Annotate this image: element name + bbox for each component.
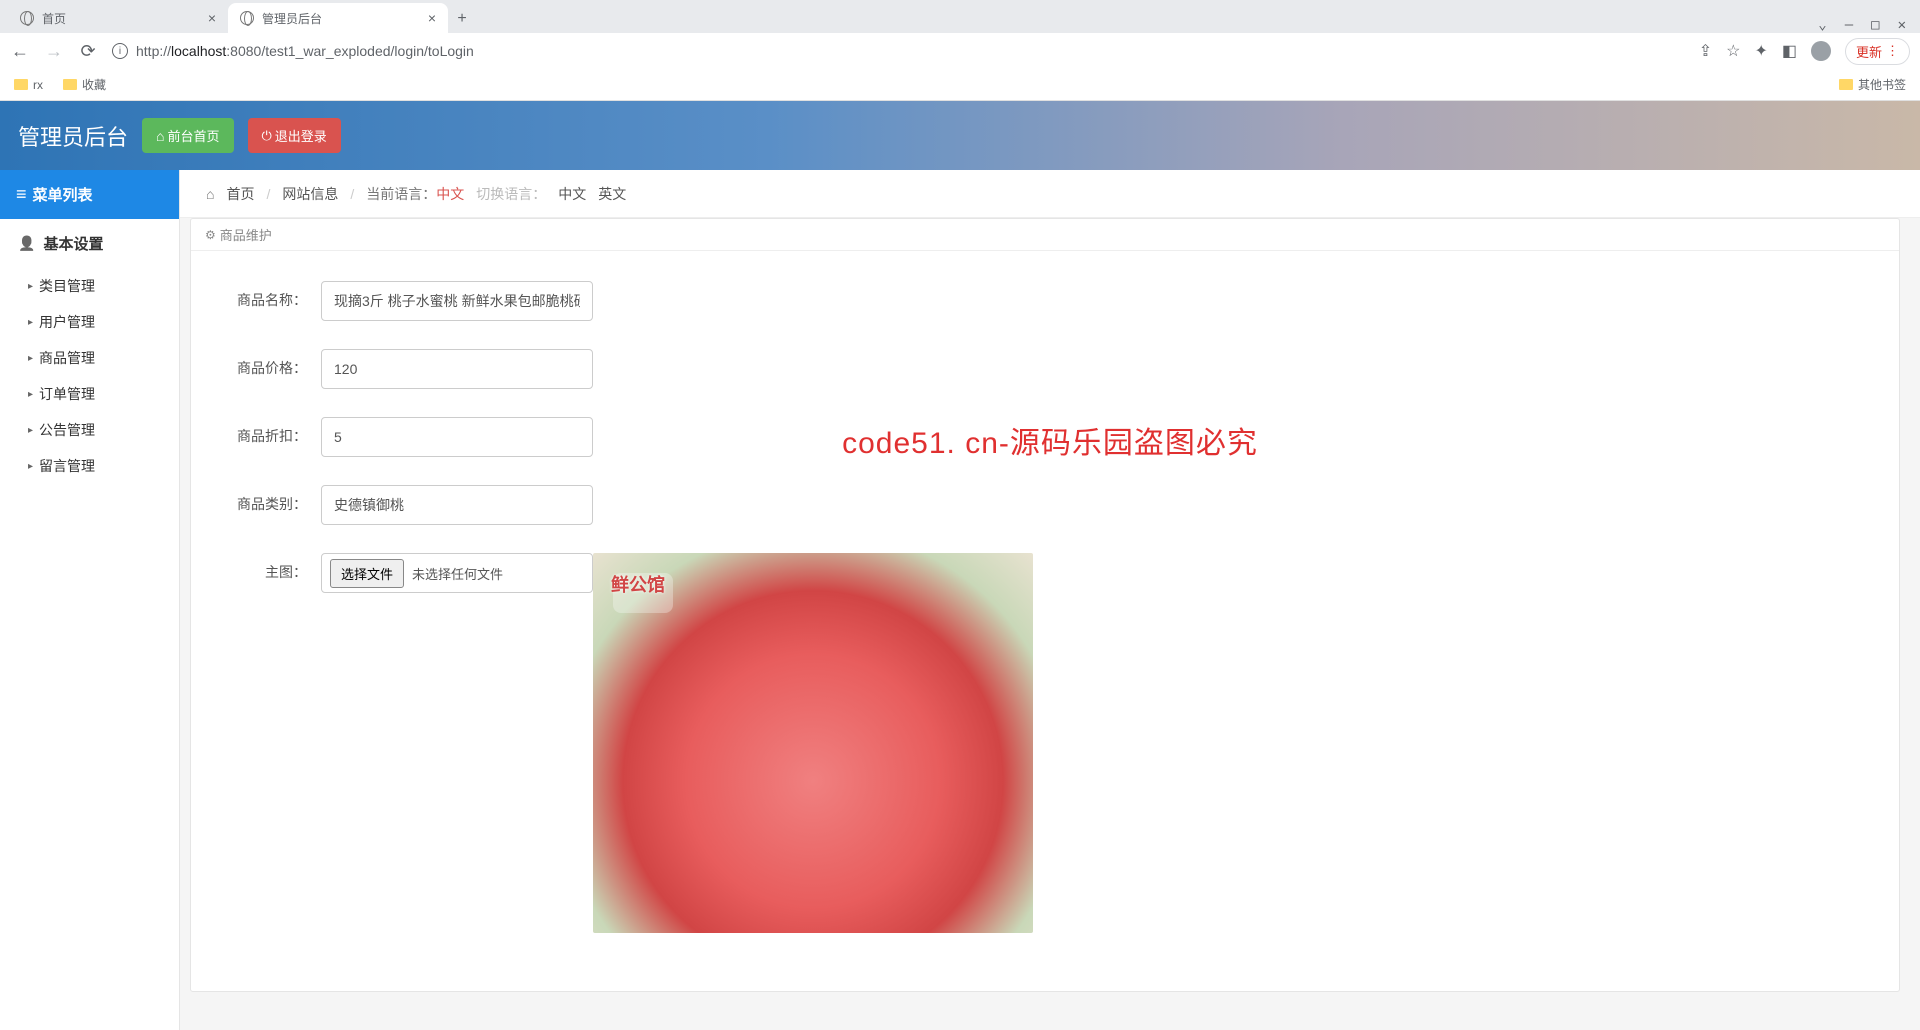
sidebar-item-product[interactable]: 商品管理 <box>0 340 179 376</box>
lang-current-label: 当前语言：中文 <box>366 184 464 204</box>
close-icon[interactable]: × <box>428 10 436 26</box>
info-icon[interactable]: i <box>112 43 128 59</box>
globe-icon <box>240 11 254 25</box>
lang-switch-label: 切换语言： <box>476 184 546 204</box>
maximize-icon[interactable]: □ <box>1871 17 1879 33</box>
extensions-icon[interactable]: ✦ <box>1754 41 1767 61</box>
folder-icon <box>63 79 77 90</box>
tab-bar: 首页 × 管理员后台 × + ⌄ — □ ✕ <box>0 0 1920 33</box>
close-window-icon[interactable]: ✕ <box>1898 17 1906 33</box>
browser-tab[interactable]: 首页 × <box>8 3 228 33</box>
breadcrumb-siteinfo[interactable]: 网站信息 <box>282 184 338 204</box>
minimize-icon[interactable]: — <box>1845 17 1853 33</box>
star-icon[interactable]: ☆ <box>1726 41 1740 61</box>
sidebar: 菜单列表 基本设置 类目管理 用户管理 商品管理 订单管理 公告管理 留言管理 <box>0 170 180 1030</box>
power-icon <box>262 128 272 144</box>
input-price[interactable] <box>321 349 593 389</box>
chevron-down-icon[interactable]: ⌄ <box>1818 17 1826 33</box>
gear-icon <box>205 227 216 242</box>
logout-button[interactable]: 退出登录 <box>248 118 341 153</box>
label-discount: 商品折扣： <box>211 417 321 446</box>
file-input-group: 选择文件 未选择任何文件 <box>321 553 593 593</box>
main-area: ⌂ 首页 / 网站信息 / 当前语言：中文 切换语言： 中文 英文 商品维护 <box>180 170 1920 1030</box>
form-row-image: 主图： 选择文件 未选择任何文件 <box>211 553 1879 933</box>
label-name: 商品名称： <box>211 281 321 310</box>
sidebar-section[interactable]: 基本设置 <box>0 219 179 268</box>
lang-zh-link[interactable]: 中文 <box>558 184 586 204</box>
frontend-home-button[interactable]: 前台首页 <box>142 118 233 153</box>
input-discount[interactable] <box>321 417 593 457</box>
close-icon[interactable]: × <box>208 10 216 26</box>
home-icon: ⌂ <box>206 186 214 202</box>
separator: / <box>350 186 354 202</box>
breadcrumb-home[interactable]: 首页 <box>226 184 254 204</box>
profile-avatar[interactable] <box>1811 41 1831 61</box>
window-controls: ⌄ — □ ✕ <box>1818 17 1920 33</box>
browser-chrome: 首页 × 管理员后台 × + ⌄ — □ ✕ ← → ⟳ i http://lo… <box>0 0 1920 101</box>
sidebar-item-user[interactable]: 用户管理 <box>0 304 179 340</box>
bookmark-bar: rx 收藏 其他书签 <box>0 69 1920 101</box>
menu-icon <box>16 184 27 205</box>
breadcrumb: ⌂ 首页 / 网站信息 / 当前语言：中文 切换语言： 中文 英文 <box>180 170 1920 218</box>
product-form: 商品名称： 商品价格： 商品折扣： 商品类别： <box>191 251 1899 991</box>
bookmark-item[interactable]: rx <box>14 78 43 92</box>
lang-en-link[interactable]: 英文 <box>598 184 626 204</box>
app-title: 管理员后台 <box>18 120 128 152</box>
sidebar-item-notice[interactable]: 公告管理 <box>0 412 179 448</box>
forward-button[interactable]: → <box>44 41 64 61</box>
bookmark-item[interactable]: 收藏 <box>63 76 106 93</box>
panel-header: 商品维护 <box>191 219 1899 251</box>
product-image-preview <box>593 553 1033 933</box>
separator: / <box>266 186 270 202</box>
user-icon <box>18 235 35 252</box>
app-body: 菜单列表 基本设置 类目管理 用户管理 商品管理 订单管理 公告管理 留言管理 … <box>0 170 1920 1030</box>
label-category: 商品类别： <box>211 485 321 514</box>
share-icon[interactable]: ⇪ <box>1699 41 1712 61</box>
reload-button[interactable]: ⟳ <box>78 41 98 61</box>
app: 管理员后台 前台首页 退出登录 菜单列表 基本设置 类目管理 用户管理 商品管理… <box>0 101 1920 1030</box>
address-actions: ⇪ ☆ ✦ ◧ 更新 <box>1699 38 1910 65</box>
input-category[interactable] <box>321 485 593 525</box>
label-price: 商品价格： <box>211 349 321 378</box>
form-row-category: 商品类别： <box>211 485 1879 525</box>
content-scroll[interactable]: 商品维护 商品名称： 商品价格： 商品折扣： <box>180 218 1920 1030</box>
browser-tab-active[interactable]: 管理员后台 × <box>228 3 448 33</box>
home-icon <box>156 128 164 144</box>
address-bar: ← → ⟳ i http://localhost:8080/test1_war_… <box>0 33 1920 69</box>
tab-title: 首页 <box>42 10 66 27</box>
form-row-discount: 商品折扣： <box>211 417 1879 457</box>
tab-title: 管理员后台 <box>262 10 322 27</box>
sidebar-header: 菜单列表 <box>0 170 179 219</box>
choose-file-button[interactable]: 选择文件 <box>330 559 404 588</box>
sidebar-item-message[interactable]: 留言管理 <box>0 448 179 484</box>
update-button[interactable]: 更新 <box>1845 38 1910 65</box>
folder-icon <box>1839 79 1853 90</box>
input-name[interactable] <box>321 281 593 321</box>
sidebar-item-order[interactable]: 订单管理 <box>0 376 179 412</box>
file-status: 未选择任何文件 <box>412 564 503 583</box>
sidepanel-icon[interactable]: ◧ <box>1782 41 1797 61</box>
sidebar-item-category[interactable]: 类目管理 <box>0 268 179 304</box>
form-row-price: 商品价格： <box>211 349 1879 389</box>
form-panel: 商品维护 商品名称： 商品价格： 商品折扣： <box>190 218 1900 992</box>
bookmark-other[interactable]: 其他书签 <box>1839 76 1906 93</box>
label-image: 主图： <box>211 553 321 582</box>
back-button[interactable]: ← <box>10 41 30 61</box>
app-header: 管理员后台 前台首页 退出登录 <box>0 101 1920 170</box>
url-text: http://localhost:8080/test1_war_exploded… <box>136 43 474 59</box>
new-tab-button[interactable]: + <box>448 5 476 33</box>
folder-icon <box>14 79 28 90</box>
form-row-name: 商品名称： <box>211 281 1879 321</box>
url-box[interactable]: i http://localhost:8080/test1_war_explod… <box>112 43 1685 59</box>
globe-icon <box>20 11 34 25</box>
